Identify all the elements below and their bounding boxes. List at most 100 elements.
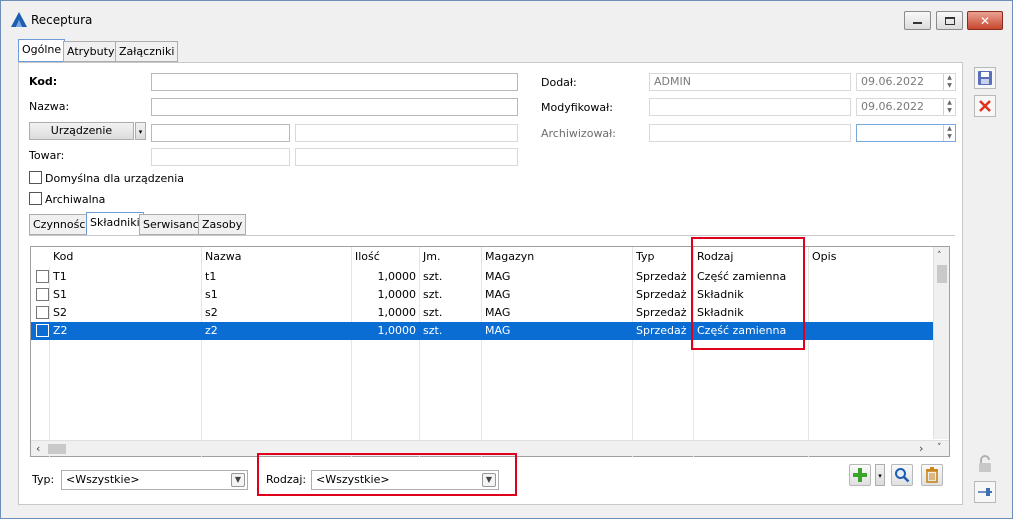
trash-icon (926, 467, 938, 483)
dodal-date-value: 09.06.2022 (861, 75, 924, 88)
column-header-ilosc[interactable]: Ilość (352, 247, 420, 267)
unlock-icon (979, 455, 991, 472)
cell-ilosc: 1,0000 (377, 270, 417, 283)
rodzaj-filter-label: Rodzaj: (266, 473, 307, 486)
close-icon: ✕ (979, 13, 991, 28)
preview-button[interactable] (891, 464, 913, 486)
scroll-right-icon[interactable]: › (919, 442, 923, 455)
nazwa-input[interactable] (151, 98, 518, 116)
cell-jm: szt. (423, 324, 443, 337)
cancel-button[interactable] (974, 95, 996, 117)
tab-atrybuty[interactable]: Atrybuty (63, 41, 119, 62)
cell-typ: Sprzedaż (636, 270, 687, 283)
archiwizowal-date-input[interactable]: ▲ ▼ (856, 124, 956, 142)
column-header-nazwa[interactable]: Nazwa (202, 247, 352, 267)
vertical-scrollbar[interactable]: ˄ (933, 247, 949, 439)
cancel-icon (979, 100, 991, 112)
lock-button[interactable] (974, 453, 996, 475)
add-button[interactable] (849, 464, 871, 486)
cell-nazwa: z2 (205, 324, 218, 337)
cell-ilosc: 1,0000 (377, 324, 417, 337)
towar-code-input[interactable] (151, 148, 290, 166)
column-header-typ[interactable]: Typ (633, 247, 694, 267)
subtab-skladniki[interactable]: Składniki (86, 212, 144, 236)
row-checkbox[interactable] (36, 306, 49, 319)
components-grid[interactable]: Kod Nazwa Ilość Jm. Magazyn Typ Rodzaj O… (30, 246, 950, 457)
chevron-down-icon[interactable]: ▼ (231, 473, 245, 487)
urzadzenie-button[interactable]: Urządzenie (29, 122, 134, 140)
row-checkbox[interactable] (36, 324, 49, 337)
close-button[interactable]: ✕ (967, 11, 1003, 30)
pin-icon (978, 488, 992, 496)
column-header-kod[interactable]: Kod (50, 247, 202, 267)
maximize-icon (944, 16, 955, 25)
delete-button[interactable] (921, 464, 943, 486)
cell-magazyn: MAG (485, 306, 511, 319)
tab-ogolne[interactable]: Ogólne (18, 39, 66, 62)
cell-nazwa: t1 (205, 270, 217, 283)
cell-opis (812, 268, 930, 286)
title-bar (2, 2, 1012, 34)
tab-zalaczniki[interactable]: Załączniki (115, 41, 179, 62)
archiwalna-checkbox[interactable] (29, 192, 42, 205)
typ-filter-label: Typ: (32, 473, 55, 486)
cell-kod: T1 (53, 270, 67, 283)
column-header-opis[interactable]: Opis (809, 247, 933, 267)
date-spinner[interactable]: ▲ ▼ (943, 125, 955, 141)
domyslna-label: Domyślna dla urządzenia (45, 172, 184, 185)
chevron-down-icon[interactable]: ▼ (482, 473, 496, 487)
cell-opis (812, 304, 930, 322)
save-icon (978, 71, 992, 85)
cell-typ: Sprzedaż (636, 324, 687, 337)
scroll-up-icon[interactable]: ˄ (937, 251, 942, 261)
cell-jm: szt. (423, 306, 443, 319)
modyfikowal-date-value: 09.06.2022 (861, 100, 924, 113)
dodal-date-input: 09.06.2022 ▲ ▼ (856, 73, 956, 91)
window-title: Receptura (31, 13, 93, 27)
row-checkbox[interactable] (36, 288, 49, 301)
cell-magazyn: MAG (485, 324, 511, 337)
cell-ilosc: 1,0000 (377, 288, 417, 301)
cell-kod: S2 (53, 306, 67, 319)
urzadzenie-code-input[interactable] (151, 124, 290, 142)
chevron-down-icon: ▾ (878, 472, 882, 480)
cell-jm: szt. (423, 270, 443, 283)
cell-kod: S1 (53, 288, 67, 301)
cell-kod: Z2 (53, 324, 68, 337)
magnifier-icon (895, 468, 910, 483)
column-header-jm[interactable]: Jm. (420, 247, 482, 267)
scroll-left-icon[interactable]: ‹ (36, 442, 40, 455)
modyfikowal-date-input: 09.06.2022 ▲ ▼ (856, 98, 956, 116)
subtab-serwisanci[interactable]: Serwisanci (139, 214, 206, 235)
archiwizowal-input (649, 124, 851, 142)
window: Receptura ✕ Ogólne Atrybuty Załączniki K… (0, 0, 1013, 519)
modyfikowal-input (649, 98, 851, 116)
kod-input[interactable] (151, 73, 518, 91)
plus-icon (853, 468, 867, 482)
cell-nazwa: s2 (205, 306, 218, 319)
row-checkbox[interactable] (36, 270, 49, 283)
domyslna-checkbox[interactable] (29, 171, 42, 184)
scrollbar-thumb[interactable] (937, 265, 947, 283)
subtab-czynnosci[interactable]: Czynności (29, 214, 93, 235)
urzadzenie-dropdown-button[interactable]: ▾ (135, 122, 146, 140)
column-header-magazyn[interactable]: Magazyn (482, 247, 633, 267)
rodzaj-filter-value: <Wszystkie> (316, 473, 390, 486)
kod-label: Kod: (29, 75, 58, 88)
chevron-down-icon: ▾ (138, 128, 143, 136)
cell-opis (812, 286, 930, 304)
scrollbar-thumb[interactable] (48, 444, 66, 454)
minimize-button[interactable] (904, 11, 931, 30)
typ-filter-select[interactable]: <Wszystkie> ▼ (61, 470, 248, 490)
pin-button[interactable] (974, 481, 996, 503)
subtab-underline (29, 235, 955, 236)
add-dropdown-button[interactable]: ▾ (875, 464, 885, 486)
date-spinner: ▲ ▼ (943, 99, 955, 115)
scroll-down-icon[interactable]: ˅ (937, 443, 942, 453)
subtab-zasoby[interactable]: Zasoby (198, 214, 247, 235)
nazwa-label: Nazwa: (29, 100, 70, 113)
rodzaj-filter-select[interactable]: <Wszystkie> ▼ (311, 470, 499, 490)
typ-filter-value: <Wszystkie> (66, 473, 140, 486)
save-button[interactable] (974, 67, 996, 89)
maximize-button[interactable] (936, 11, 963, 30)
